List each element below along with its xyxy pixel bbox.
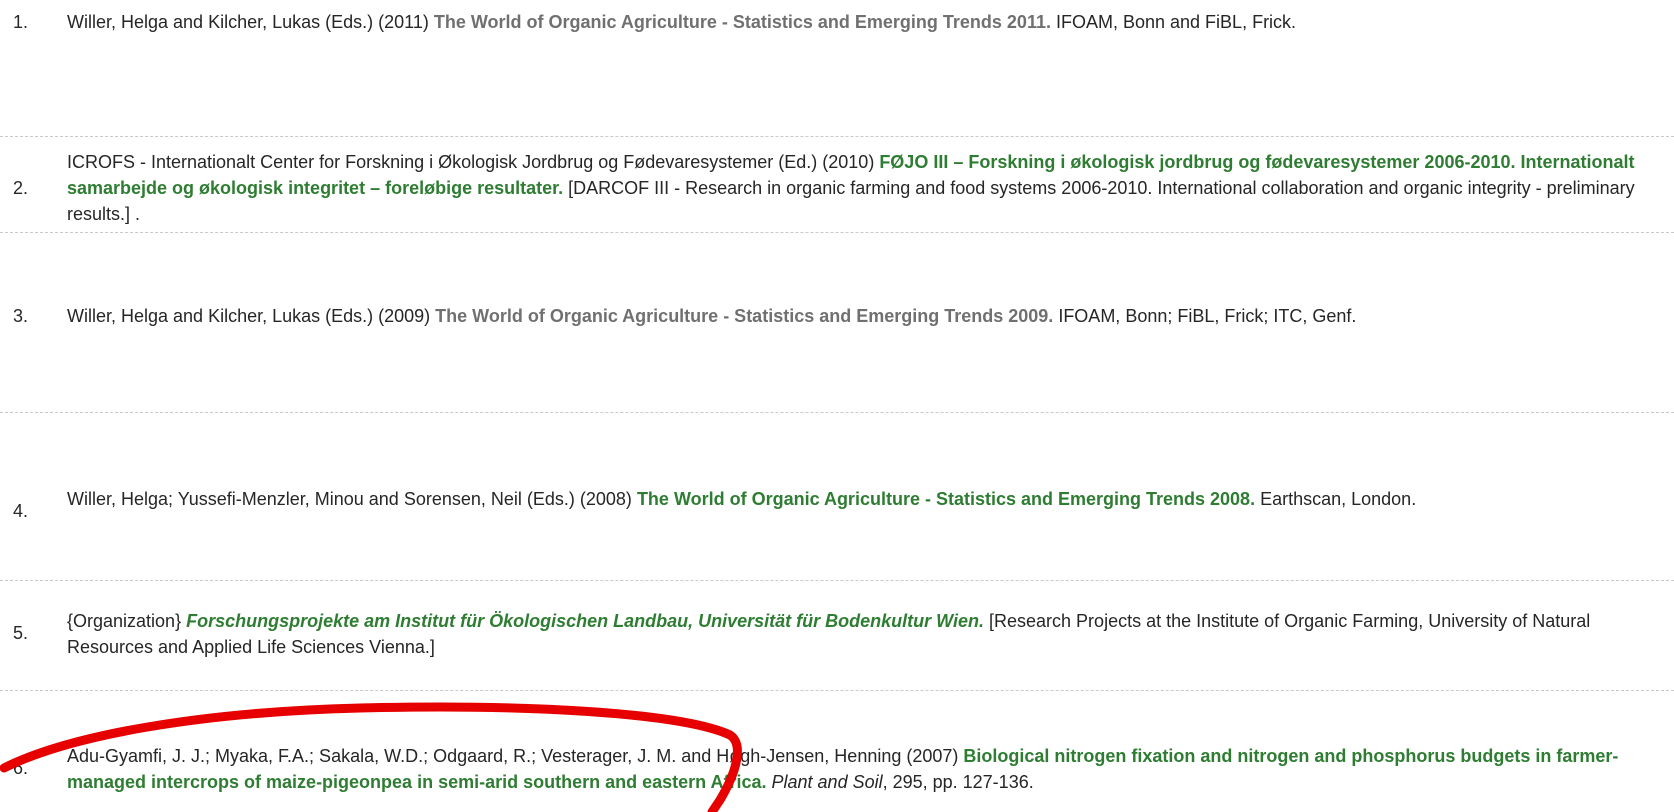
result-divider — [0, 136, 1674, 137]
result-number: 2. — [13, 178, 29, 198]
result-title-link[interactable]: The World of Organic Agriculture - Stati… — [637, 489, 1255, 509]
result-title-link[interactable]: Forschungsprojekte am Institut für Ökolo… — [186, 611, 984, 631]
citation-authors: Willer, Helga and Kilcher, Lukas (Eds.) … — [67, 12, 434, 32]
result-divider — [0, 232, 1674, 233]
result-citation: Willer, Helga; Yussefi-Menzler, Minou an… — [67, 486, 1667, 512]
citation-authors: Willer, Helga; Yussefi-Menzler, Minou an… — [67, 489, 637, 509]
result-number: 1. — [13, 12, 29, 32]
result-title-link[interactable]: The World of Organic Agriculture - Stati… — [434, 12, 1051, 32]
result-citation: ICROFS - Internationalt Center for Forsk… — [67, 149, 1667, 227]
citation-authors: Adu-Gyamfi, J. J.; Myaka, F.A.; Sakala, … — [67, 746, 964, 766]
result-citation: Willer, Helga and Kilcher, Lukas (Eds.) … — [67, 303, 1667, 329]
citation-organization: {Organization} — [67, 611, 187, 631]
result-number: 4. — [13, 501, 29, 521]
citation-pages: , 295, pp. 127-136. — [882, 772, 1034, 792]
result-number: 6. — [13, 758, 29, 778]
citation-publisher: IFOAM, Bonn and FiBL, Frick. — [1050, 12, 1297, 32]
result-divider — [0, 690, 1674, 691]
result-number: 3. — [13, 306, 29, 326]
result-citation: {Organization} Forschungsprojekte am Ins… — [67, 608, 1667, 660]
citation-journal: Plant and Soil — [771, 772, 883, 792]
result-divider — [0, 580, 1674, 581]
citation-authors: ICROFS - Internationalt Center for Forsk… — [67, 152, 880, 172]
search-results-list: 1. Willer, Helga and Kilcher, Lukas (Eds… — [0, 0, 1674, 812]
citation-publisher: Earthscan, London. — [1255, 489, 1417, 509]
result-number: 5. — [13, 623, 29, 643]
result-citation: Willer, Helga and Kilcher, Lukas (Eds.) … — [67, 9, 1667, 35]
citation-authors: Willer, Helga and Kilcher, Lukas (Eds.) … — [67, 306, 436, 326]
result-citation: Adu-Gyamfi, J. J.; Myaka, F.A.; Sakala, … — [67, 743, 1667, 795]
result-title-link[interactable]: The World of Organic Agriculture - Stati… — [435, 306, 1053, 326]
citation-publisher: IFOAM, Bonn; FiBL, Frick; ITC, Genf. — [1053, 306, 1357, 326]
result-divider — [0, 412, 1674, 413]
